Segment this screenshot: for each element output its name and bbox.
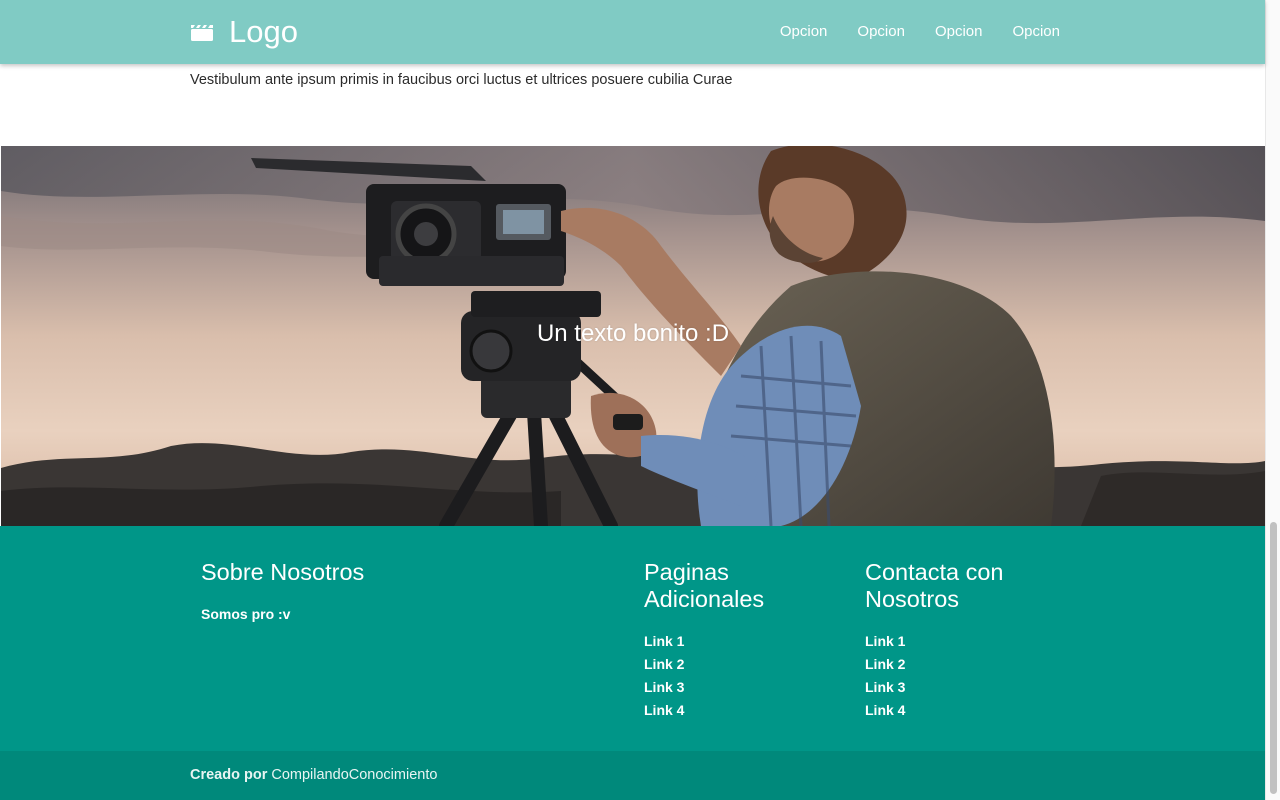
copyright-text: Creado por CompilandoConocimiento [190, 767, 437, 783]
nav-link-opcion-1[interactable]: Opcion [765, 0, 843, 64]
clapperboard-icon [191, 25, 213, 41]
footer-contact-link-4[interactable]: Link 4 [865, 702, 905, 718]
hero-caption: Un texto bonito :D [536, 320, 730, 347]
footer-pages-links: Link 1 Link 2 Link 3 Link 4 [644, 630, 844, 722]
footer-copyright: Creado por CompilandoConocimiento [0, 751, 1265, 800]
footer-about-column: Sobre Nosotros Somos pro :v [201, 559, 601, 622]
footer-pages-column: Paginas Adicionales Link 1 Link 2 Link 3… [644, 559, 844, 722]
vertical-scrollbar[interactable] [1265, 0, 1280, 800]
footer-contact-link-2[interactable]: Link 2 [865, 656, 905, 672]
footer-contact-link-1[interactable]: Link 1 [865, 633, 905, 649]
footer-contact-column: Contacta con Nosotros Link 1 Link 2 Link… [865, 559, 1065, 722]
footer-pages-title: Paginas Adicionales [644, 559, 765, 612]
footer-contact-title: Contacta con Nosotros [865, 559, 1004, 612]
list-item: Link 4 [865, 699, 1065, 722]
list-item: Link 2 [865, 653, 1065, 676]
nav-menu: Opcion Opcion Opcion Opcion [765, 0, 1060, 64]
list-item: Link 3 [865, 676, 1065, 699]
navbar-container: Logo Opcion Opcion Opcion Opcion [190, 0, 1070, 64]
navbar: Logo Opcion Opcion Opcion Opcion [0, 0, 1265, 64]
nav-item: Opcion [920, 0, 998, 64]
list-item: Link 3 [644, 676, 844, 699]
list-item: Link 4 [644, 699, 844, 722]
copyright-author-link[interactable]: CompilandoConocimiento [271, 767, 437, 783]
list-item: Link 1 [644, 630, 844, 653]
footer-contact-link-3[interactable]: Link 3 [865, 679, 905, 695]
footer-contact-links: Link 1 Link 2 Link 3 Link 4 [865, 630, 1065, 722]
nav-link-opcion-4[interactable]: Opcion [997, 0, 1060, 64]
hero-parallax: Un texto bonito :D [1, 146, 1265, 526]
footer-about-text: Somos pro :v [201, 606, 291, 622]
footer-pages-link-2[interactable]: Link 2 [644, 656, 684, 672]
nav-link-opcion-3[interactable]: Opcion [920, 0, 998, 64]
footer-pages-link-1[interactable]: Link 1 [644, 633, 684, 649]
list-item: Link 2 [644, 653, 844, 676]
nav-item: Opcion [842, 0, 920, 64]
copyright-prefix: Creado por [190, 767, 268, 783]
intro-text: Vestibulum ante ipsum primis in faucibus… [190, 72, 733, 88]
footer-pages-link-4[interactable]: Link 4 [644, 702, 684, 718]
page: Logo Opcion Opcion Opcion Opcion Vestibu… [0, 0, 1280, 800]
brand-logo-link[interactable]: Logo [190, 0, 298, 64]
nav-item: Opcion [765, 0, 843, 64]
scrollbar-thumb[interactable] [1270, 522, 1277, 794]
footer-about-title: Sobre Nosotros [201, 559, 365, 585]
brand-label: Logo [229, 14, 298, 49]
nav-link-opcion-2[interactable]: Opcion [842, 0, 920, 64]
footer-pages-link-3[interactable]: Link 3 [644, 679, 684, 695]
list-item: Link 1 [865, 630, 1065, 653]
nav-item: Opcion [997, 0, 1060, 64]
page-footer: Sobre Nosotros Somos pro :v Paginas Adic… [0, 526, 1265, 751]
